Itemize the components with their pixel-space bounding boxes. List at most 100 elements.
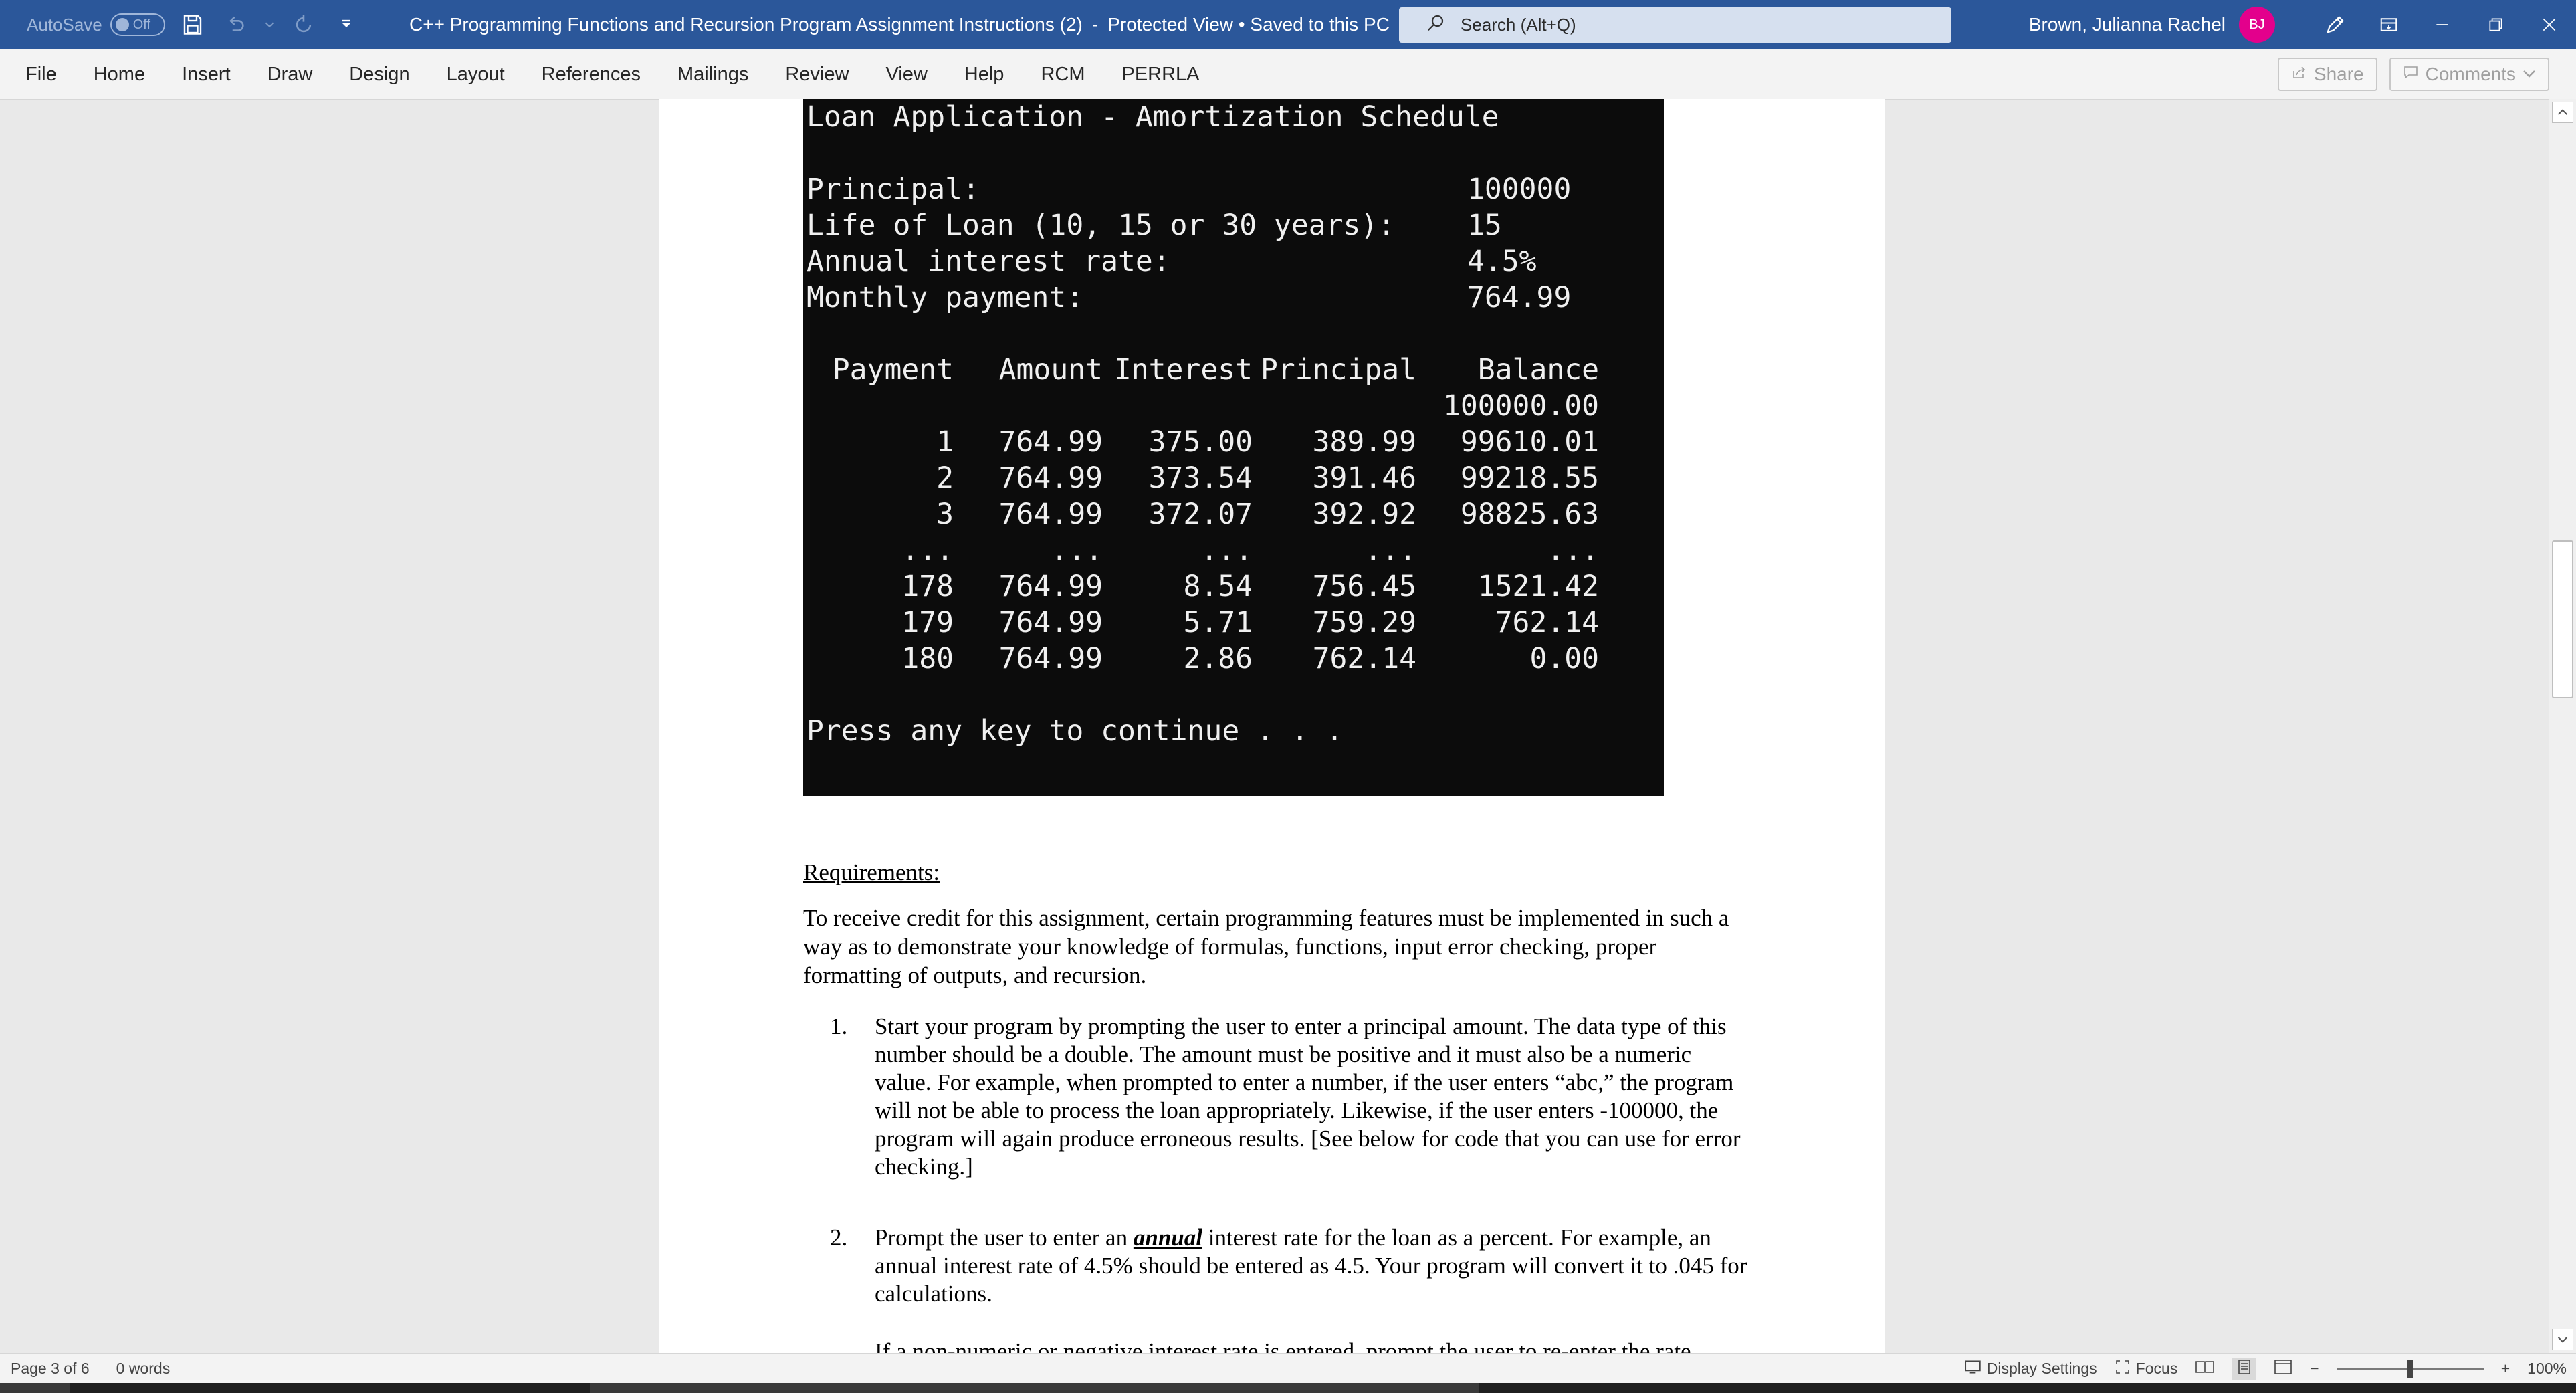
search-input[interactable]: Search (Alt+Q) — [1399, 7, 1951, 43]
console-field-value: 764.99 — [1467, 281, 1572, 314]
table-cell: 5.71 — [1183, 606, 1253, 639]
table-cell: ... — [1200, 534, 1253, 567]
autosave-control[interactable]: AutoSave Off — [27, 13, 165, 36]
undo-icon[interactable] — [220, 9, 251, 40]
autosave-toggle[interactable]: Off — [110, 13, 165, 36]
status-bar: Page 3 of 6 0 words Display Settings Foc… — [0, 1353, 2576, 1384]
table-cell: 764.99 — [998, 498, 1103, 531]
list-number: 2. — [830, 1224, 848, 1251]
print-layout-icon[interactable] — [2232, 1357, 2257, 1380]
comments-label: Comments — [2425, 64, 2516, 84]
table-cell: 759.29 — [1312, 606, 1416, 639]
console-field-label: Monthly payment: — [807, 281, 1084, 314]
table-cell: 180 — [901, 642, 954, 675]
scroll-up-icon[interactable] — [2552, 102, 2573, 123]
focus-button[interactable]: Focus — [2115, 1359, 2177, 1379]
table-cell: 392.92 — [1312, 498, 1416, 531]
cut-off-text: If a non-numeric or negative interest ra… — [875, 1338, 1697, 1353]
comments-button[interactable]: Comments — [2389, 58, 2549, 91]
undo-dropdown-icon[interactable] — [263, 9, 276, 40]
web-layout-icon[interactable] — [2274, 1359, 2292, 1379]
requirements-heading: Requirements: — [803, 859, 940, 885]
table-header: Amount — [998, 353, 1103, 387]
table-cell: 1521.42 — [1477, 570, 1599, 603]
intro-paragraph: To receive credit for this assignment, c… — [803, 905, 1729, 988]
tab-references[interactable]: References — [542, 64, 641, 86]
focus-icon — [2115, 1359, 2131, 1379]
customize-qat-icon[interactable] — [331, 9, 362, 40]
list-item-text: Prompt the user to enter an annual inter… — [875, 1224, 1747, 1307]
table-cell: ... — [1547, 534, 1599, 567]
console-field-value: 100000 — [1467, 173, 1572, 206]
page-count[interactable]: Page 3 of 6 — [11, 1360, 90, 1378]
search-icon — [1426, 13, 1446, 37]
table-cell: 1 — [936, 425, 954, 459]
tab-help[interactable]: Help — [964, 64, 1004, 86]
document-title[interactable]: C++ Programming Functions and Recursion … — [409, 0, 1411, 49]
tab-mailings[interactable]: Mailings — [677, 64, 748, 86]
table-cell: 8.54 — [1183, 570, 1253, 603]
table-header: Payment — [832, 353, 954, 387]
zoom-slider[interactable] — [2336, 1360, 2484, 1378]
zoom-in-button[interactable]: + — [2501, 1360, 2510, 1378]
restore-icon[interactable] — [2469, 0, 2523, 49]
tab-home[interactable]: Home — [94, 64, 145, 86]
tab-insert[interactable]: Insert — [182, 64, 231, 86]
read-mode-icon[interactable] — [2195, 1359, 2215, 1379]
tab-design[interactable]: Design — [349, 64, 409, 86]
tab-file[interactable]: File — [25, 64, 57, 86]
pen-icon[interactable] — [2309, 0, 2362, 49]
search-placeholder: Search (Alt+Q) — [1461, 15, 1576, 35]
console-screenshot: Loan Application - Amortization Schedule… — [803, 99, 1664, 796]
table-cell: ... — [901, 534, 954, 567]
ribbon-display-icon[interactable] — [2362, 0, 2416, 49]
table-cell: 0.00 — [1529, 642, 1599, 675]
vertical-scrollbar[interactable] — [2549, 99, 2576, 1353]
table-cell: 2 — [936, 461, 954, 495]
table-cell: 762.14 — [1312, 642, 1416, 675]
console-field-value: 4.5% — [1467, 245, 1537, 278]
table-cell: 762.14 — [1495, 606, 1599, 639]
console-title: Loan Application - Amortization Schedule — [807, 100, 1499, 134]
table-cell: 389.99 — [1312, 425, 1416, 459]
close-icon[interactable] — [2523, 0, 2576, 49]
doc-title-text: C++ Programming Functions and Recursion … — [409, 14, 1083, 35]
tab-perrla[interactable]: PERRLA — [1121, 64, 1199, 86]
table-cell: 98825.63 — [1460, 498, 1599, 531]
avatar[interactable]: BJ — [2239, 7, 2275, 43]
console-field-label: Life of Loan (10, 15 or 30 years): — [807, 209, 1396, 242]
scrollbar-thumb[interactable] — [2552, 540, 2573, 698]
table-cell: 764.99 — [998, 606, 1103, 639]
share-button[interactable]: Share — [2277, 58, 2377, 91]
table-cell: 178 — [901, 570, 954, 603]
minimize-icon[interactable] — [2416, 0, 2469, 49]
table-cell: 2.86 — [1183, 642, 1253, 675]
redo-icon[interactable] — [288, 9, 319, 40]
tab-rcm[interactable]: RCM — [1041, 64, 1085, 86]
table-header: Balance — [1477, 353, 1599, 387]
save-icon[interactable] — [177, 9, 208, 40]
document-page[interactable]: Loan Application - Amortization Schedule… — [659, 99, 1885, 1353]
doc-status: Protected View • Saved to this PC — [1107, 14, 1390, 35]
table-cell: 764.99 — [998, 570, 1103, 603]
zoom-out-button[interactable]: − — [2310, 1360, 2319, 1378]
monitor-icon — [1964, 1360, 1981, 1378]
console-footer: Press any key to continue . . . — [807, 714, 1344, 748]
user-name[interactable]: Brown, Julianna Rachel — [2029, 14, 2226, 35]
word-count[interactable]: 0 words — [116, 1360, 171, 1378]
tab-draw[interactable]: Draw — [267, 64, 313, 86]
taskbar-segment — [0, 1383, 70, 1393]
tab-view[interactable]: View — [885, 64, 927, 86]
zoom-level[interactable]: 100% — [2527, 1360, 2567, 1378]
tab-layout[interactable]: Layout — [447, 64, 505, 86]
tab-review[interactable]: Review — [785, 64, 849, 86]
table-cell: 764.99 — [998, 461, 1103, 495]
table-cell: 99218.55 — [1460, 461, 1599, 495]
share-icon — [2291, 64, 2307, 85]
autosave-label: AutoSave — [27, 14, 102, 35]
table-cell: 391.46 — [1312, 461, 1416, 495]
zoom-slider-thumb[interactable] — [2406, 1360, 2413, 1378]
scroll-down-icon[interactable] — [2552, 1329, 2573, 1350]
display-settings-button[interactable]: Display Settings — [1964, 1360, 2097, 1378]
console-field-label: Principal: — [807, 173, 980, 206]
